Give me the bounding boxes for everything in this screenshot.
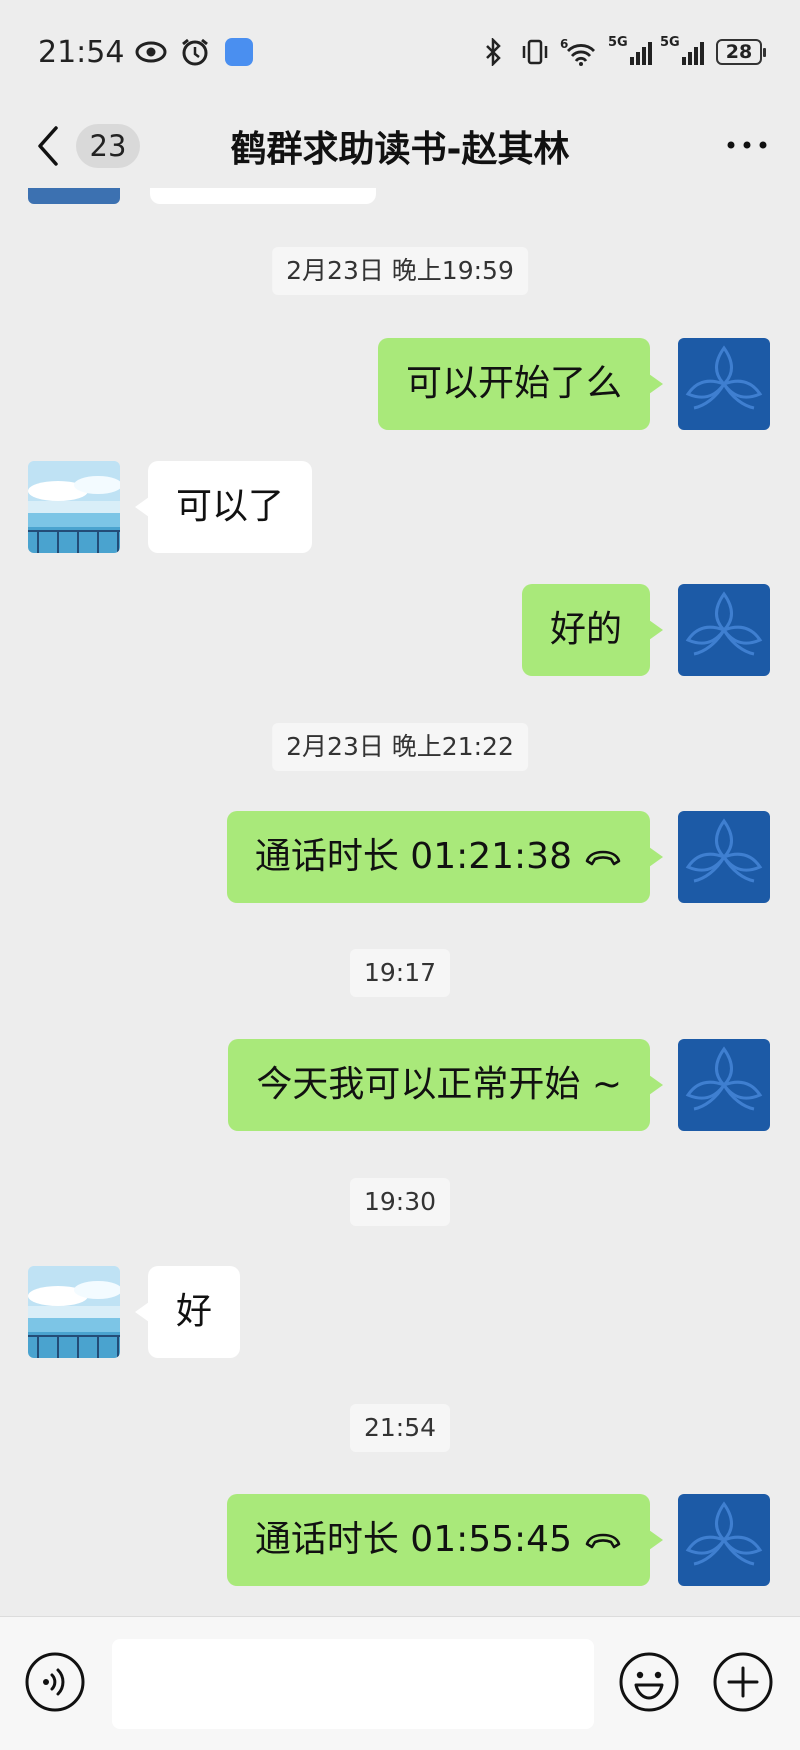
status-left: 21:54: [38, 35, 256, 70]
more-functions-button[interactable]: [712, 1651, 774, 1713]
status-right: 6 5G 5G 28: [476, 35, 766, 69]
sent-message-bubble[interactable]: 可以开始了么: [377, 338, 664, 430]
chat-message-list[interactable]: 2月23日 晚上19:59 可以开始了么 可以了 好的 2月23日 晚上21:2…: [0, 188, 800, 1616]
contact-avatar[interactable]: [28, 461, 120, 553]
sent-message-bubble[interactable]: 好的: [521, 584, 664, 676]
avatar[interactable]: [28, 188, 120, 204]
call-record-bubble[interactable]: 通话时长 01:21:38: [226, 811, 664, 903]
voice-icon: [25, 1652, 85, 1712]
status-bar: 21:54 6 5G 5G 28: [0, 0, 800, 104]
message-text: 好: [176, 1291, 213, 1332]
timestamp: 2月23日 晚上19:59: [272, 247, 528, 295]
back-button[interactable]: [30, 122, 70, 170]
wifi-label: 6: [560, 37, 568, 51]
timestamp: 21:54: [349, 1404, 451, 1452]
my-avatar[interactable]: [678, 338, 770, 430]
unread-count-badge[interactable]: 23: [76, 124, 140, 168]
eye-icon: [134, 35, 168, 69]
chevron-left-icon: [38, 126, 58, 166]
input-bar: [0, 1616, 800, 1750]
message-input[interactable]: [112, 1639, 594, 1729]
timestamp: 19:30: [349, 1178, 451, 1226]
message-text: 好的: [549, 609, 622, 650]
battery-icon: 28: [716, 39, 766, 65]
vibrate-icon: [518, 35, 552, 69]
message-text: 可以了: [176, 486, 285, 527]
message-app-icon: [222, 35, 256, 69]
sent-message-bubble[interactable]: 今天我可以正常开始 ~: [228, 1039, 663, 1131]
voice-button[interactable]: [24, 1651, 86, 1713]
my-avatar[interactable]: [678, 1039, 770, 1131]
message-text: 通话时长 01:21:38: [254, 836, 572, 877]
message-text: 可以开始了么: [405, 363, 622, 404]
my-avatar[interactable]: [678, 1494, 770, 1586]
call-record-bubble[interactable]: 通话时长 01:55:45: [226, 1494, 664, 1586]
timestamp: 19:17: [349, 949, 451, 997]
chat-title: 鹤群求助读书-赵其林: [230, 129, 570, 170]
clock-time: 21:54: [38, 34, 125, 70]
timestamp: 2月23日 晚上21:22: [272, 723, 528, 771]
my-avatar[interactable]: [678, 811, 770, 903]
bluetooth-icon: [476, 35, 510, 69]
received-message-bubble[interactable]: 好: [134, 1266, 241, 1358]
signal-5g-icon: 5G: [608, 35, 652, 67]
more-button[interactable]: [724, 130, 770, 160]
emoji-icon: [619, 1652, 679, 1712]
message-text: 今天我可以正常开始 ~: [256, 1064, 622, 1105]
battery-level: 28: [725, 41, 753, 63]
message-bubble[interactable]: [150, 188, 376, 204]
signal-5g-icon: 5G: [660, 35, 704, 67]
wifi-icon: 6: [560, 35, 600, 69]
signal-label: 5G: [660, 35, 680, 50]
phone-hangup-icon: [585, 1533, 621, 1549]
plus-icon: [713, 1652, 773, 1712]
more-dots-icon: [727, 141, 767, 149]
phone-hangup-icon: [585, 850, 621, 866]
message-text: 通话时长 01:55:45: [254, 1519, 572, 1560]
alarm-icon: [178, 35, 212, 69]
contact-avatar[interactable]: [28, 1266, 120, 1358]
my-avatar[interactable]: [678, 584, 770, 676]
signal-label: 5G: [608, 35, 628, 50]
chat-header: 23 鹤群求助读书-赵其林: [0, 104, 800, 188]
received-message-bubble[interactable]: 可以了: [134, 461, 313, 553]
emoji-button[interactable]: [618, 1651, 680, 1713]
